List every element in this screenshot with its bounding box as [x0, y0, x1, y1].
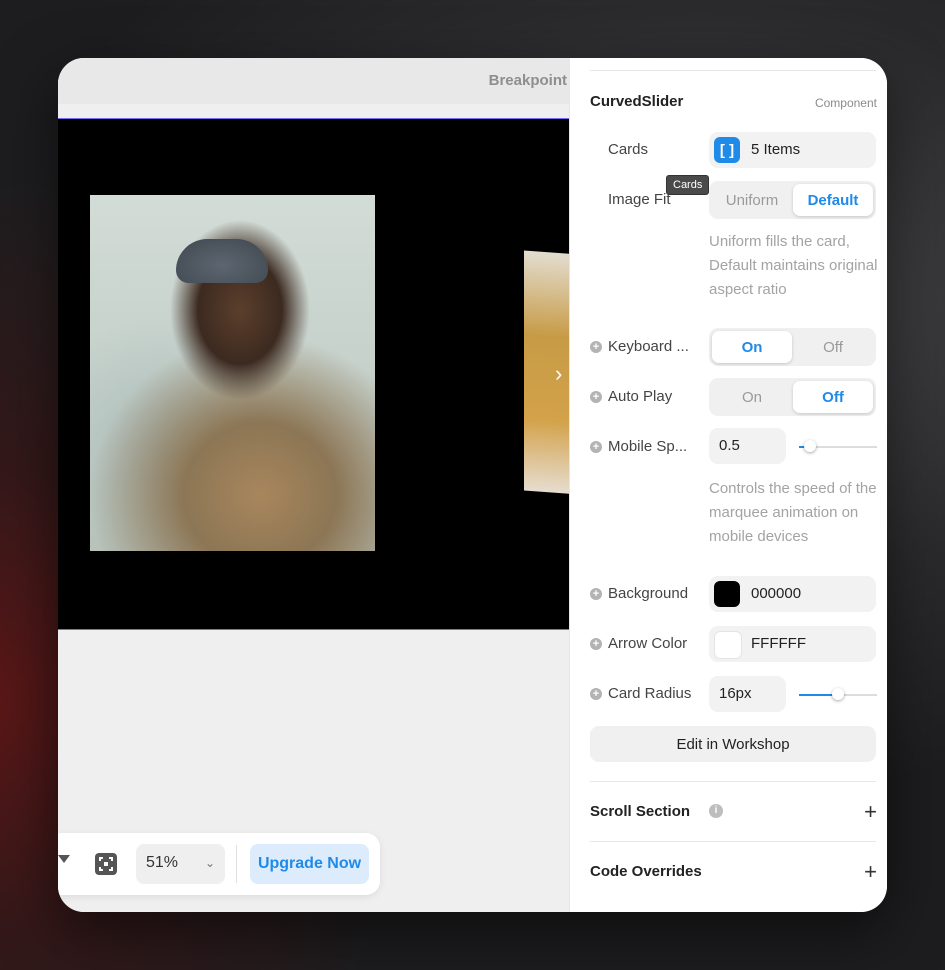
mobile-speed-label: Mobile Sp...: [608, 438, 688, 455]
card-radius-label: Card Radius: [608, 685, 692, 702]
keyboard-off-option[interactable]: Off: [793, 331, 873, 363]
chevron-right-icon[interactable]: ›: [555, 361, 562, 387]
toolbar-divider: [236, 845, 237, 883]
fit-to-screen-icon[interactable]: [94, 852, 118, 876]
divider: [590, 70, 876, 71]
edit-in-workshop-button[interactable]: Edit in Workshop: [590, 726, 876, 762]
image-fit-uniform-option[interactable]: Uniform: [712, 184, 792, 216]
add-variable-icon[interactable]: +: [590, 688, 602, 700]
auto-play-segmented[interactable]: On Off: [709, 378, 876, 416]
card-radius-slider[interactable]: [799, 688, 877, 700]
add-variable-icon[interactable]: +: [590, 441, 602, 453]
cards-tooltip: Cards: [666, 175, 710, 195]
image-fit-segmented[interactable]: Uniform Default: [709, 181, 876, 219]
card-radius-value: 16px: [719, 685, 752, 702]
upgrade-now-button[interactable]: Upgrade Now: [250, 844, 369, 884]
properties-panel: CurvedSlider Component Cards [ ] 5 Items…: [569, 58, 887, 912]
add-variable-icon[interactable]: +: [590, 588, 602, 600]
keyboard-label: Keyboard ...: [608, 338, 689, 355]
arrow-color-field[interactable]: FFFFFF: [709, 626, 876, 662]
background-label: Background: [608, 585, 689, 602]
arrow-color-value: FFFFFF: [751, 635, 806, 652]
mobile-speed-description: Controls the speed of the marquee animat…: [709, 480, 877, 545]
zoom-value: 51%: [146, 854, 179, 871]
expand-plus-icon[interactable]: +: [864, 861, 877, 883]
keyboard-on-option[interactable]: On: [712, 331, 792, 363]
cards-field[interactable]: [ ] 5 Items: [709, 132, 876, 168]
add-variable-icon[interactable]: +: [590, 391, 602, 403]
array-icon: [ ]: [714, 137, 740, 163]
info-icon[interactable]: i: [709, 804, 723, 818]
color-swatch[interactable]: [714, 631, 742, 659]
breakpoint-bar: Breakpoint: [58, 58, 569, 104]
slide-card-image: [90, 195, 375, 551]
app-window: Breakpoint › 51% ⌄ Upgrade Now CurvedSli…: [58, 58, 887, 912]
auto-play-label: Auto Play: [608, 388, 673, 405]
canvas-area[interactable]: Breakpoint › 51% ⌄ Upgrade Now: [58, 58, 569, 912]
slider-knob[interactable]: [832, 688, 844, 700]
mobile-speed-slider[interactable]: [799, 440, 877, 452]
auto-play-on-option[interactable]: On: [712, 381, 792, 413]
arrow-color-label: Arrow Color: [608, 635, 688, 652]
code-overrides-header[interactable]: Code Overrides: [590, 863, 702, 880]
chevron-down-icon: ⌄: [204, 856, 215, 870]
component-title: CurvedSlider: [590, 93, 684, 110]
background-value: 000000: [751, 585, 802, 602]
breakpoint-label[interactable]: Breakpoint: [489, 72, 567, 89]
background-color-field[interactable]: 000000: [709, 576, 876, 612]
mobile-speed-input[interactable]: 0.5: [709, 428, 786, 464]
cards-value: 5 Items: [751, 141, 801, 158]
slider-knob[interactable]: [803, 440, 816, 452]
image-fit-default-option[interactable]: Default: [793, 184, 873, 216]
mobile-speed-value: 0.5: [719, 437, 740, 454]
divider: [590, 841, 876, 842]
image-fit-description: Uniform fills the card, Default maintain…: [709, 233, 878, 298]
card-radius-input[interactable]: 16px: [709, 676, 786, 712]
component-badge: Component: [814, 96, 877, 110]
cards-label: Cards: [608, 141, 649, 158]
bottom-toolbar: 51% ⌄ Upgrade Now: [58, 833, 380, 895]
divider: [590, 781, 876, 782]
keyboard-segmented[interactable]: On Off: [709, 328, 876, 366]
image-fit-label: Image Fit: [608, 191, 671, 208]
slider-frame[interactable]: ›: [58, 118, 569, 630]
expand-plus-icon[interactable]: +: [864, 801, 877, 823]
scroll-section-header[interactable]: Scroll Section: [590, 803, 690, 820]
add-variable-icon[interactable]: +: [590, 638, 602, 650]
auto-play-off-option[interactable]: Off: [793, 381, 873, 413]
portrait-cap: [176, 239, 268, 283]
zoom-select[interactable]: 51% ⌄: [136, 844, 225, 884]
chevron-down-icon[interactable]: [58, 855, 70, 863]
add-variable-icon[interactable]: +: [590, 341, 602, 353]
color-swatch[interactable]: [714, 581, 740, 607]
